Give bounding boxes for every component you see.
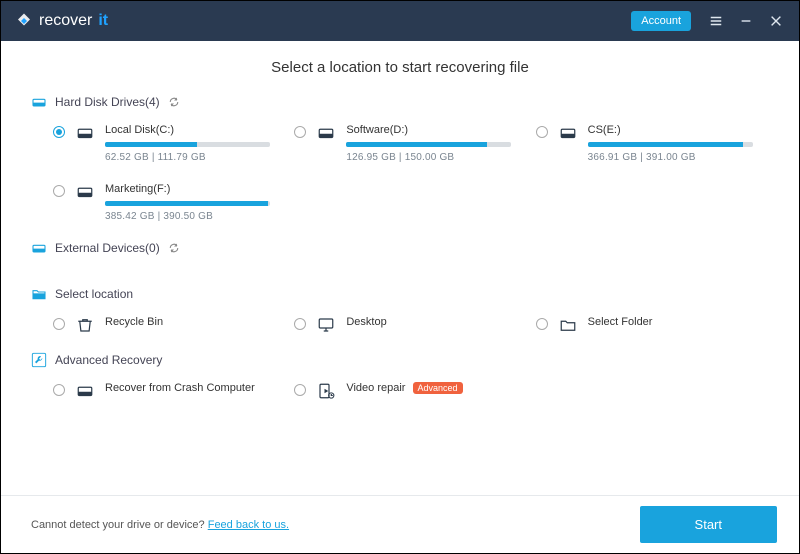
drive-size: 62.52 GB | 111.79 GB — [105, 152, 286, 163]
location-label: Select Folder — [588, 316, 769, 328]
section-select-location-label: Select location — [55, 287, 133, 301]
section-select-location: Select location — [31, 286, 769, 302]
start-button[interactable]: Start — [640, 506, 777, 543]
usage-bar — [105, 201, 270, 206]
section-external-label: External Devices(0) — [55, 241, 160, 255]
account-button[interactable]: Account — [631, 11, 691, 31]
drive-radio[interactable] — [53, 126, 65, 138]
footer-text: Cannot detect your drive or device? Feed… — [31, 519, 289, 531]
drive-label: Software(D:) — [346, 124, 527, 136]
location-radio[interactable] — [536, 318, 548, 330]
feedback-link[interactable]: Feed back to us. — [208, 519, 289, 531]
drive-size: 366.91 GB | 391.00 GB — [588, 152, 769, 163]
refresh-icon[interactable] — [168, 242, 180, 254]
folder-section-icon — [31, 286, 47, 302]
wrench-section-icon — [31, 352, 47, 368]
drive-radio[interactable] — [294, 126, 306, 138]
drives-grid: Local Disk(C:) 62.52 GB | 111.79 GB Softwa… — [31, 124, 769, 222]
location-icon — [75, 316, 95, 334]
brand-text-a: recover — [39, 12, 92, 30]
external-section-icon — [31, 240, 47, 256]
drive-label: CS(E:) — [588, 124, 769, 136]
section-hard-drives: Hard Disk Drives(4) — [31, 94, 769, 110]
location-item[interactable]: Select Folder — [536, 316, 769, 334]
page-title: Select a location to start recovering fi… — [31, 59, 769, 76]
section-advanced: Advanced Recovery — [31, 352, 769, 368]
app-window: recover it Account Select a location to s… — [0, 0, 800, 554]
location-label: Desktop — [346, 316, 527, 328]
drive-label: Marketing(F:) — [105, 183, 286, 195]
advanced-item[interactable]: Recover from Crash Computer — [53, 382, 286, 400]
drive-item[interactable]: Marketing(F:) 385.42 GB | 390.50 GB — [53, 183, 286, 222]
locations-grid: Recycle Bin Desktop Select Folder — [31, 316, 769, 334]
drive-section-icon — [31, 94, 47, 110]
drive-item[interactable]: Local Disk(C:) 62.52 GB | 111.79 GB — [53, 124, 286, 163]
advanced-icon — [316, 382, 336, 400]
app-logo: recover it — [15, 12, 108, 30]
logo-icon — [15, 12, 33, 30]
location-radio[interactable] — [53, 318, 65, 330]
location-icon — [558, 316, 578, 334]
location-label: Recycle Bin — [105, 316, 286, 328]
drive-label: Local Disk(C:) — [105, 124, 286, 136]
advanced-item[interactable]: Video repair Advanced — [294, 382, 527, 400]
disk-icon — [558, 124, 578, 142]
usage-bar — [105, 142, 270, 147]
drive-item[interactable]: Software(D:) 126.95 GB | 150.00 GB — [294, 124, 527, 163]
section-external: External Devices(0) — [31, 240, 769, 256]
location-item[interactable]: Desktop — [294, 316, 527, 334]
drive-size: 126.95 GB | 150.00 GB — [346, 152, 527, 163]
refresh-icon[interactable] — [168, 96, 180, 108]
advanced-label: Video repair Advanced — [346, 382, 527, 394]
drive-item[interactable]: CS(E:) 366.91 GB | 391.00 GB — [536, 124, 769, 163]
main-content: Select a location to start recovering fi… — [1, 41, 799, 495]
location-item[interactable]: Recycle Bin — [53, 316, 286, 334]
drive-radio[interactable] — [536, 126, 548, 138]
close-icon[interactable] — [761, 6, 791, 36]
advanced-badge: Advanced — [413, 382, 463, 394]
location-radio[interactable] — [294, 318, 306, 330]
footer: Cannot detect your drive or device? Feed… — [1, 495, 799, 553]
advanced-grid: Recover from Crash Computer Video repair… — [31, 382, 769, 400]
disk-icon — [316, 124, 336, 142]
drive-size: 385.42 GB | 390.50 GB — [105, 211, 286, 222]
advanced-label: Recover from Crash Computer — [105, 382, 286, 394]
minimize-icon[interactable] — [731, 6, 761, 36]
advanced-radio[interactable] — [294, 384, 306, 396]
disk-icon — [75, 124, 95, 142]
drive-radio[interactable] — [53, 185, 65, 197]
menu-icon[interactable] — [701, 6, 731, 36]
disk-icon — [75, 183, 95, 201]
advanced-icon — [75, 382, 95, 400]
section-hard-drives-label: Hard Disk Drives(4) — [55, 95, 160, 109]
location-icon — [316, 316, 336, 334]
usage-bar — [346, 142, 511, 147]
advanced-radio[interactable] — [53, 384, 65, 396]
brand-text-b: it — [98, 12, 108, 30]
titlebar: recover it Account — [1, 1, 799, 41]
usage-bar — [588, 142, 753, 147]
section-advanced-label: Advanced Recovery — [55, 353, 162, 367]
